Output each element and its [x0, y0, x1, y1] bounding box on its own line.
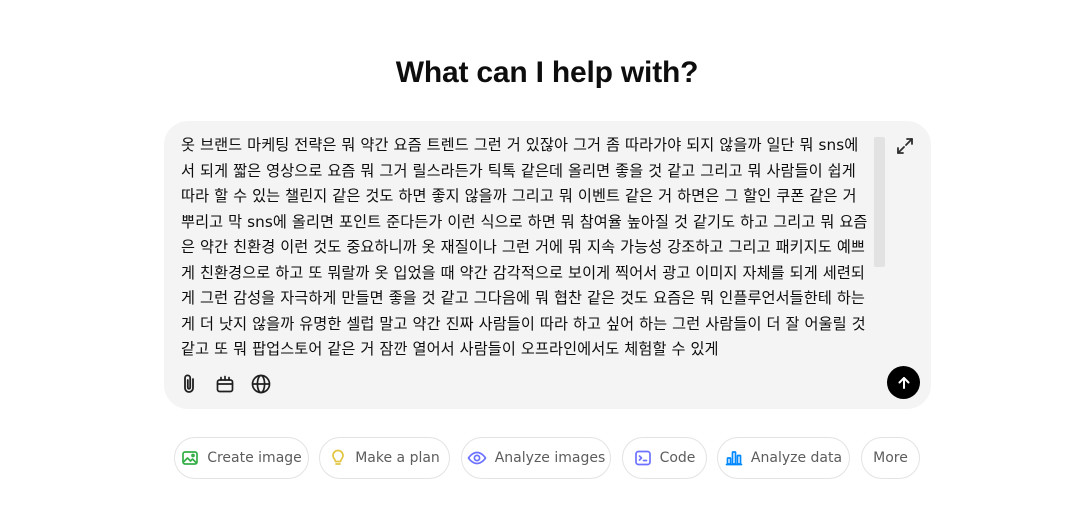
send-button[interactable]	[887, 366, 920, 399]
image-icon	[182, 451, 199, 465]
prompt-textarea[interactable]: 옷 브랜드 마케팅 전략은 뭐 약간 요즘 트렌드 그런 거 있잖아 그거 좀 …	[181, 133, 871, 359]
code-chip[interactable]: Code	[622, 437, 707, 479]
code-icon	[634, 450, 651, 466]
bar-chart-icon	[725, 451, 743, 466]
analyze-images-chip[interactable]: Analyze images	[461, 437, 611, 479]
suggestion-chips: Create image Make a plan Analyze images …	[0, 437, 1090, 479]
globe-icon	[251, 374, 271, 394]
code-label: Code	[659, 450, 696, 466]
tools-icon	[216, 375, 234, 393]
analyze-data-chip[interactable]: Analyze data	[717, 437, 850, 479]
web-search-button[interactable]	[248, 371, 274, 397]
analyze-images-label: Analyze images	[494, 450, 606, 466]
eye-icon	[467, 451, 487, 465]
more-label: More	[873, 450, 908, 466]
more-chip[interactable]: More	[861, 437, 920, 479]
expand-icon	[897, 138, 913, 154]
arrow-up-icon	[898, 376, 909, 389]
make-a-plan-chip[interactable]: Make a plan	[319, 437, 450, 479]
lightbulb-icon	[332, 449, 345, 465]
page-heading: What can I help with?	[395, 56, 699, 89]
create-image-label: Create image	[207, 450, 302, 466]
analyze-data-label: Analyze data	[750, 450, 843, 466]
tools-button[interactable]	[212, 371, 238, 397]
expand-button[interactable]	[893, 134, 917, 158]
paperclip-icon	[184, 374, 194, 393]
attach-button[interactable]	[176, 371, 202, 397]
prompt-scrollbar[interactable]	[874, 137, 885, 353]
prompt-scrollbar-thumb[interactable]	[874, 137, 885, 267]
prompt-composer: 옷 브랜드 마케팅 전략은 뭐 약간 요즘 트렌드 그런 거 있잖아 그거 좀 …	[164, 121, 931, 409]
create-image-chip[interactable]: Create image	[174, 437, 309, 479]
make-a-plan-label: Make a plan	[355, 450, 440, 466]
